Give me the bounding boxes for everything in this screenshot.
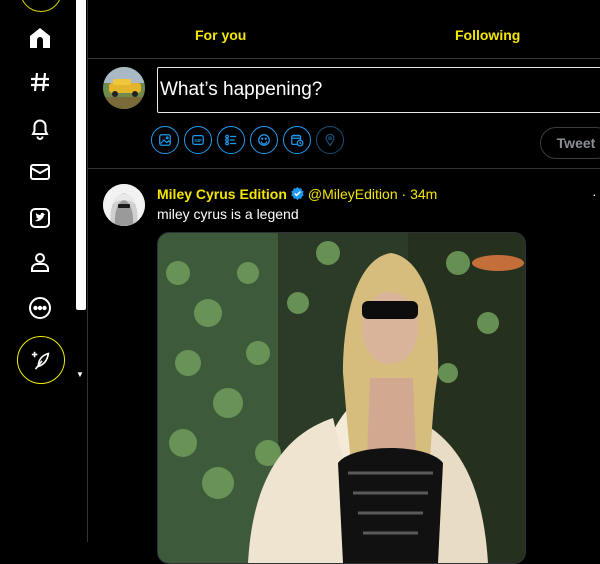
tab-for-you[interactable]: For you xyxy=(195,27,246,43)
messages-mail-icon[interactable] xyxy=(28,160,52,184)
scroll-down-arrow[interactable]: ▼ xyxy=(76,371,84,379)
gif-icon[interactable]: GIF xyxy=(184,126,212,154)
feather-plus-icon xyxy=(31,351,50,370)
tweet-time[interactable]: 34m xyxy=(410,186,437,202)
tweet-author-avatar[interactable] xyxy=(103,184,145,226)
tweet-separator: · xyxy=(401,186,407,202)
notifications-bell-icon[interactable] xyxy=(28,116,52,140)
location-icon[interactable] xyxy=(316,126,344,154)
tweet-author-handle[interactable]: @MileyEdition xyxy=(308,186,398,202)
tweet-media-image[interactable] xyxy=(157,232,526,564)
profile-person-icon[interactable] xyxy=(28,250,52,274)
timeline-tabs: For you Following xyxy=(88,0,600,59)
compose-input[interactable] xyxy=(157,67,600,113)
explore-hash-icon[interactable] xyxy=(28,70,52,94)
home-icon[interactable] xyxy=(28,26,52,50)
tweet-button[interactable]: Tweet xyxy=(540,127,600,159)
bookmarks-bird-icon[interactable] xyxy=(28,206,52,230)
tweet-text: miley cyrus is a legend xyxy=(157,206,299,222)
main-timeline: For you Following GIF xyxy=(88,0,600,564)
image-icon[interactable] xyxy=(151,126,179,154)
schedule-icon[interactable] xyxy=(283,126,311,154)
tweet-header: Miley Cyrus Edition @MileyEdition · 34m xyxy=(157,186,437,202)
sidebar xyxy=(0,0,78,542)
emoji-icon[interactable] xyxy=(250,126,278,154)
composer-divider xyxy=(88,168,600,169)
tweet-author-name[interactable]: Miley Cyrus Edition xyxy=(157,186,287,202)
poll-icon[interactable] xyxy=(217,126,245,154)
compose-tweet-button[interactable] xyxy=(17,336,65,384)
svg-text:GIF: GIF xyxy=(195,138,203,143)
composer-avatar[interactable] xyxy=(103,67,145,109)
more-icon[interactable] xyxy=(28,296,52,320)
sidebar-scrollbar[interactable] xyxy=(76,0,86,310)
tweet-more-button[interactable]: · xyxy=(592,186,597,202)
verified-badge-icon xyxy=(291,186,304,201)
tab-following[interactable]: Following xyxy=(455,27,520,43)
logo-icon[interactable] xyxy=(20,0,62,12)
